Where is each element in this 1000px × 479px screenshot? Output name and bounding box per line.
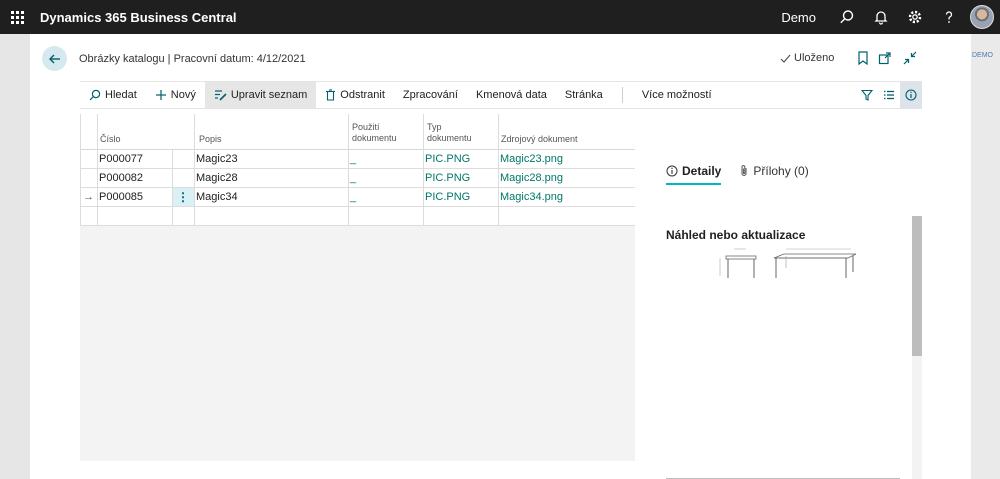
cell-number[interactable]: P000077: [99, 150, 143, 168]
cell-doc-type[interactable]: PIC.PNG: [425, 150, 470, 168]
search-icon[interactable]: [830, 0, 864, 34]
cell-doc-use[interactable]: _: [350, 169, 356, 187]
action-separator: [621, 87, 623, 103]
plus-icon: [155, 90, 166, 100]
table-row-selected[interactable]: → P000085 ⋮ Magic34 _ PIC.PNG Magic34.pn…: [80, 188, 635, 207]
grid-header: Číslo Popis Použití dokumentu Typ dokume…: [80, 114, 635, 150]
catalog-grid: Číslo Popis Použití dokumentu Typ dokume…: [80, 114, 635, 461]
delete-label: Odstranit: [340, 89, 385, 101]
factbox-title: Náhled nebo aktualizace: [666, 228, 806, 242]
paperclip-icon: [741, 165, 747, 176]
column-header-doc-type-line1: Typ: [427, 122, 442, 132]
column-header-doc-use-line2: dokumentu: [352, 133, 397, 143]
tab-details-label: Detaily: [682, 163, 722, 178]
grid-line: [172, 150, 173, 226]
app-title[interactable]: Dynamics 365 Business Central: [40, 10, 781, 25]
column-header-doc-type[interactable]: Typ dokumentu: [427, 122, 472, 144]
page-panel: Obrázky katalogu | Pracovní datum: 4/12/…: [30, 34, 971, 479]
row-actions-menu-icon[interactable]: ⋮: [172, 188, 194, 206]
new-label: Nový: [170, 89, 196, 101]
gear-icon[interactable]: [898, 0, 932, 34]
cell-doc-use[interactable]: _: [350, 188, 356, 206]
collapse-icon[interactable]: [902, 50, 918, 66]
current-row-arrow-icon: →: [83, 191, 94, 203]
cell-doc-use[interactable]: _: [350, 150, 356, 168]
column-header-doc-use-line1: Použití: [352, 122, 380, 132]
factbox-vertical-scrollbar[interactable]: [912, 216, 922, 479]
process-menu[interactable]: Zpracování: [394, 82, 467, 108]
action-bar-right: [856, 82, 922, 108]
grid-line: [498, 114, 499, 226]
factbox-tabs: Detaily Přílohy (0): [666, 158, 809, 185]
edit-list-button[interactable]: Upravit seznam: [204, 82, 317, 108]
grid-line: [97, 114, 98, 226]
cell-number[interactable]: P000085: [99, 188, 143, 206]
tab-details[interactable]: Detaily: [666, 158, 722, 185]
grid-line: [348, 114, 349, 226]
search-label: Hledat: [105, 89, 137, 101]
grid-line: [194, 114, 195, 226]
cell-description[interactable]: Magic28: [196, 169, 238, 187]
master-data-menu[interactable]: Kmenová data: [467, 82, 556, 108]
page-breadcrumb: Obrázky katalogu | Pracovní datum: 4/12/…: [79, 53, 306, 65]
column-header-doc-use[interactable]: Použití dokumentu: [352, 122, 397, 144]
info-icon: [666, 165, 678, 176]
cell-source-doc[interactable]: Magic34.png: [500, 188, 563, 206]
bell-icon[interactable]: [864, 0, 898, 34]
product-preview-image[interactable]: [716, 246, 856, 296]
action-bar: Hledat Nový Upravit seznam Odstranit Zpr…: [80, 81, 922, 109]
cell-doc-type[interactable]: PIC.PNG: [425, 188, 470, 206]
company-name[interactable]: Demo: [781, 10, 816, 25]
list-view-icon[interactable]: [878, 82, 900, 108]
arrow-left-icon: [48, 54, 60, 63]
delete-button[interactable]: Odstranit: [316, 82, 394, 108]
background-left: [0, 34, 30, 479]
grid-line: [80, 114, 81, 226]
column-header-number[interactable]: Číslo: [100, 134, 121, 145]
cell-description[interactable]: Magic23: [196, 150, 238, 168]
info-icon[interactable]: [900, 82, 922, 108]
trash-icon: [326, 89, 336, 101]
grid-rows: P000077 Magic23 _ PIC.PNG Magic23.png P0…: [80, 150, 635, 226]
search-button[interactable]: Hledat: [80, 82, 146, 108]
bookmark-icon[interactable]: [855, 50, 871, 66]
check-icon: [780, 54, 791, 63]
open-new-window-icon[interactable]: [877, 50, 893, 66]
background-right: [971, 34, 1000, 479]
edit-list-label: Upravit seznam: [230, 89, 308, 101]
page-menu[interactable]: Stránka: [556, 82, 612, 108]
table-row[interactable]: P000082 Magic28 _ PIC.PNG Magic28.png: [80, 169, 635, 188]
cell-number[interactable]: P000082: [99, 169, 143, 187]
edit-list-icon: [214, 90, 227, 101]
help-icon[interactable]: [932, 0, 966, 34]
saved-label: Uloženo: [794, 52, 835, 64]
background-demo-label: DEMO: [972, 52, 993, 59]
new-button[interactable]: Nový: [146, 82, 205, 108]
table-row[interactable]: P000077 Magic23 _ PIC.PNG Magic23.png: [80, 150, 635, 169]
more-options-menu[interactable]: Více možností: [633, 82, 721, 108]
cell-doc-type[interactable]: PIC.PNG: [425, 169, 470, 187]
scrollbar-thumb[interactable]: [912, 216, 922, 356]
filter-icon[interactable]: [856, 82, 878, 108]
cell-source-doc[interactable]: Magic23.png: [500, 150, 563, 168]
column-header-description[interactable]: Popis: [199, 134, 222, 145]
user-avatar[interactable]: [970, 5, 994, 29]
table-row-empty[interactable]: [80, 207, 635, 226]
app-launcher-icon[interactable]: [0, 0, 34, 34]
tab-attachments-label: Přílohy (0): [753, 163, 809, 178]
search-icon: [89, 89, 101, 101]
cell-source-doc[interactable]: Magic28.png: [500, 169, 563, 187]
saved-status: Uloženo: [780, 52, 834, 64]
column-header-source-doc[interactable]: Zdrojový dokument: [501, 134, 578, 145]
app-bar: Dynamics 365 Business Central Demo: [0, 0, 1000, 34]
back-button[interactable]: [42, 46, 67, 71]
tab-attachments[interactable]: Přílohy (0): [739, 158, 809, 183]
grid-line: [423, 114, 424, 226]
column-header-doc-type-line2: dokumentu: [427, 133, 472, 143]
cell-description[interactable]: Magic34: [196, 188, 238, 206]
